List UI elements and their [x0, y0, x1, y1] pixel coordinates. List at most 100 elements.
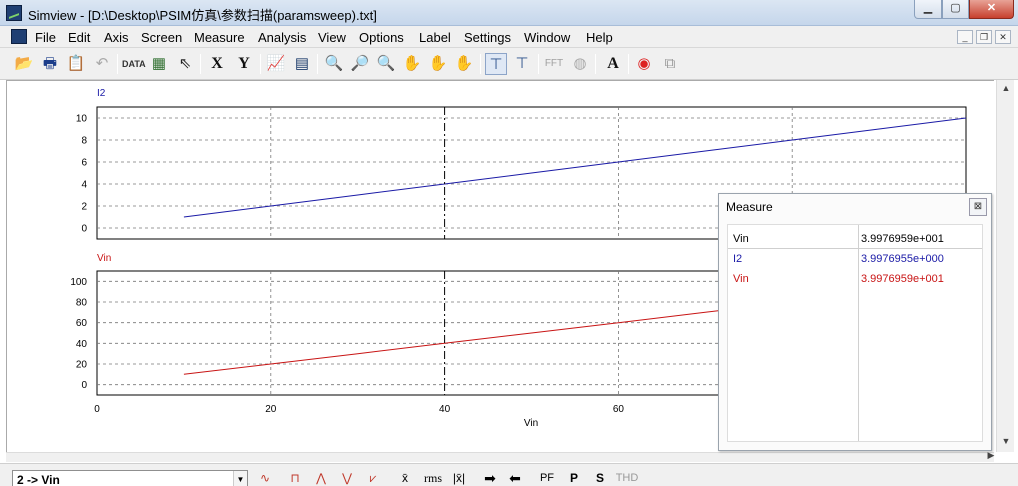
minimize-button[interactable]: ▁ [914, 0, 942, 19]
y-tick-label: 6 [81, 158, 87, 169]
data-icon[interactable]: DATA [122, 53, 146, 75]
select-cursor-icon[interactable]: ⇖ [174, 53, 196, 75]
fft-icon[interactable]: FFT [543, 53, 565, 75]
measure-row-name: I2 [733, 253, 743, 265]
bottom-plot-label: Vin [97, 253, 111, 264]
y-tick-label: 20 [76, 360, 88, 371]
screen-icon[interactable]: ▤ [291, 53, 313, 75]
menu-window[interactable]: Window [524, 30, 570, 45]
zoom-icon[interactable]: 🔍 [323, 53, 345, 75]
arrow-right-icon[interactable]: ➡ [480, 470, 500, 486]
menu-edit[interactable]: Edit [68, 30, 90, 45]
text-icon[interactable]: A [602, 53, 624, 75]
scroll-up-icon[interactable]: ▲ [997, 80, 1015, 97]
window-title: Simview - [D:\Desktop\PSIM仿真\参数扫描(params… [28, 8, 377, 23]
valley-wave-icon[interactable]: ⋁ [336, 470, 358, 486]
y-axis-icon[interactable]: Y [233, 53, 255, 75]
bottom-toolbar: 2 -> Vin ▼ ∿ ⊓ ⋀ ⋁ ⩗ x̄ rms |x̄| ➡ ⬅ PF … [0, 463, 1018, 486]
toolbar-separator [200, 54, 201, 74]
scroll-down-icon[interactable]: ▼ [997, 433, 1015, 450]
y-tick-label: 60 [76, 318, 88, 329]
close-button[interactable]: ✕ [969, 0, 1014, 19]
toolbar-separator [317, 54, 318, 74]
x-tick-label: 60 [613, 404, 625, 415]
x-tick-label: 0 [94, 404, 100, 415]
gauge-icon[interactable]: ◍ [569, 53, 591, 75]
pan-y-icon[interactable]: ✋ [453, 53, 475, 75]
measure-row-name: Vin [733, 233, 749, 245]
record-icon[interactable]: ◉ [633, 53, 655, 75]
measure-row-i2: I2 3.9976955e+000 [728, 249, 982, 269]
menu-file[interactable]: File [35, 30, 56, 45]
mdi-close-button[interactable]: ✕ [995, 30, 1011, 44]
menu-measure[interactable]: Measure [194, 30, 245, 45]
measure-close-button[interactable]: ⊠ [969, 198, 987, 216]
arrow-left-icon[interactable]: ⬅ [505, 470, 525, 486]
toolbar-separator [595, 54, 596, 74]
toolbar-separator [628, 54, 629, 74]
measure-row-vin: Vin 3.9976959e+001 [728, 269, 982, 289]
curve-select-dropdown[interactable]: 2 -> Vin ▼ [12, 470, 248, 486]
mdi-restore-button[interactable]: ❐ [976, 30, 992, 44]
chevron-down-icon[interactable]: ▼ [233, 471, 247, 486]
measure-row-value: 3.9976955e+000 [861, 253, 944, 265]
maximize-button[interactable]: ▢ [942, 0, 969, 19]
y-tick-label: 2 [81, 202, 87, 213]
thd-button[interactable]: THD [614, 470, 640, 486]
add-curve-icon[interactable]: 📈 [265, 53, 287, 75]
menu-label[interactable]: Label [419, 30, 451, 45]
pan-x-icon[interactable]: ✋ [427, 53, 449, 75]
menu-options[interactable]: Options [359, 30, 404, 45]
peak-wave-icon[interactable]: ⋀ [310, 470, 332, 486]
average-button[interactable]: x̄ [394, 470, 416, 486]
menu-help[interactable]: Help [586, 30, 613, 45]
y-tick-label: 8 [81, 136, 87, 147]
bottom-y-ticks: 100 80 60 40 20 0 [70, 277, 87, 391]
pf-button[interactable]: PF [536, 470, 558, 486]
measure-icon[interactable]: ⊤ [485, 53, 507, 75]
zoom-in-icon[interactable]: 🔎 [349, 53, 371, 75]
copy-screen-icon[interactable]: ⧉ [659, 53, 681, 75]
toolbar-separator [117, 54, 118, 74]
measure-table: Vin 3.9976959e+001 I2 3.9976955e+000 Vin… [727, 224, 983, 442]
y-tick-label: 4 [81, 180, 87, 191]
y-tick-label: 80 [76, 298, 88, 309]
sine-wave-icon[interactable]: ∿ [254, 470, 276, 486]
measure-panel[interactable]: Measure ⊠ Vin 3.9976959e+001 I2 3.997695… [718, 193, 992, 451]
menu-axis[interactable]: Axis [104, 30, 129, 45]
rms-button[interactable]: rms [420, 470, 446, 486]
zoom-out-icon[interactable]: 🔍 [375, 53, 397, 75]
title-bar: Simview - [D:\Desktop\PSIM仿真\参数扫描(params… [0, 0, 1018, 26]
top-plot-label: I2 [97, 88, 106, 99]
undo-icon[interactable]: ↶ [91, 53, 113, 75]
open-icon[interactable]: 📂 [13, 53, 35, 75]
vertical-scrollbar[interactable]: ▲ ▼ [996, 80, 1014, 452]
x-axis-icon[interactable]: X [206, 53, 228, 75]
clipboard-icon[interactable]: 📋 [65, 53, 87, 75]
measure-title: Measure [726, 200, 773, 214]
menu-view[interactable]: View [318, 30, 346, 45]
toolbar-separator [480, 54, 481, 74]
menu-screen[interactable]: Screen [141, 30, 182, 45]
curve-select-value: 2 -> Vin [17, 473, 60, 486]
properties-icon[interactable]: ▦ [148, 53, 170, 75]
measure-point-icon[interactable]: ⊤ [511, 53, 533, 75]
toolbar-separator [260, 54, 261, 74]
menu-settings[interactable]: Settings [464, 30, 511, 45]
min-wave-icon[interactable]: ⩗ [362, 470, 384, 486]
measure-row-value: 3.9976959e+001 [861, 273, 944, 285]
menu-analysis[interactable]: Analysis [258, 30, 306, 45]
abs-average-button[interactable]: |x̄| [448, 470, 470, 486]
mdi-minimize-button[interactable]: _ [957, 30, 973, 44]
print-icon[interactable]: 🖶 [39, 53, 61, 75]
document-icon[interactable] [11, 29, 27, 44]
s-button[interactable]: S [590, 470, 610, 486]
horizontal-scrollbar[interactable]: ▶ [6, 450, 994, 462]
y-tick-label: 10 [76, 114, 88, 125]
x-tick-label: 20 [265, 404, 277, 415]
rect-wave-icon[interactable]: ⊓ [284, 470, 306, 486]
x-axis-ticks: 0 20 40 60 [94, 404, 624, 415]
pan-icon[interactable]: ✋ [401, 53, 423, 75]
p-button[interactable]: P [564, 470, 584, 486]
menu-bar: File Edit Axis Screen Measure Analysis V… [0, 26, 1018, 48]
